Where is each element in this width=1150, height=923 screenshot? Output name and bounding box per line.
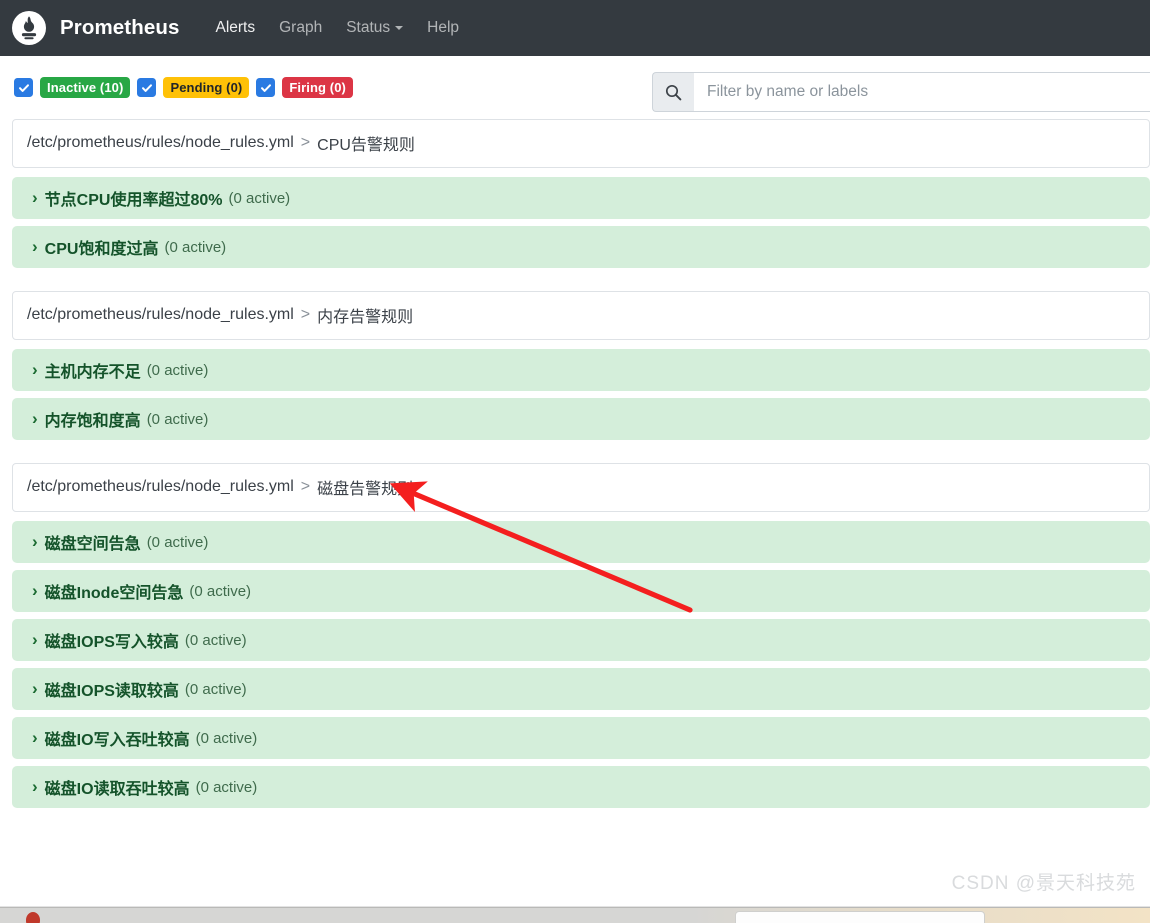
alert-rule-row[interactable]: › 节点CPU使用率超过80% (0 active)	[12, 177, 1150, 219]
alert-rule-name: 磁盘IOPS写入较高	[44, 634, 179, 651]
nav-link-status[interactable]: Status	[334, 13, 415, 43]
alert-rule-count: (0 active)	[228, 189, 291, 207]
alert-rule-row[interactable]: › 磁盘IO读取吞吐较高 (0 active)	[12, 766, 1150, 808]
alert-rule-count: (0 active)	[184, 680, 247, 698]
breadcrumb-separator: >	[300, 134, 311, 151]
checkbox-inactive[interactable]	[14, 78, 33, 97]
breadcrumb: /etc/prometheus/rules/node_rules.yml > 内…	[12, 291, 1150, 340]
alert-rule-name: 节点CPU使用率超过80%	[44, 192, 223, 209]
nav-link-status-label: Status	[346, 19, 391, 36]
alert-rule-row[interactable]: › 磁盘空间告急 (0 active)	[12, 521, 1150, 563]
badge-pending[interactable]: Pending (0)	[163, 77, 250, 98]
alert-rule-row[interactable]: › 磁盘IOPS读取较高 (0 active)	[12, 668, 1150, 710]
alert-rule-count: (0 active)	[195, 729, 258, 747]
breadcrumb-file: /etc/prometheus/rules/node_rules.yml	[27, 134, 294, 151]
alert-rule-name: CPU饱和度过高	[44, 241, 159, 258]
alert-rule-count: (0 active)	[146, 361, 209, 379]
filter-search-group	[652, 72, 1150, 112]
alert-rule-count: (0 active)	[146, 410, 209, 428]
alert-group-cpu: /etc/prometheus/rules/node_rules.yml > C…	[0, 119, 1150, 268]
breadcrumb-separator: >	[300, 306, 311, 323]
alert-group-disk: /etc/prometheus/rules/node_rules.yml > 磁…	[0, 463, 1150, 808]
alert-rule-count: (0 active)	[189, 582, 252, 600]
alert-rule-count: (0 active)	[195, 778, 258, 796]
badge-firing[interactable]: Firing (0)	[282, 77, 353, 98]
search-input[interactable]	[694, 72, 1150, 112]
alert-rule-count: (0 active)	[164, 238, 227, 256]
alert-rule-row[interactable]: › 磁盘IOPS写入较高 (0 active)	[12, 619, 1150, 661]
chevron-right-icon: ›	[32, 678, 38, 698]
breadcrumb-file: /etc/prometheus/rules/node_rules.yml	[27, 478, 294, 495]
chevron-right-icon: ›	[32, 727, 38, 747]
alert-rule-row[interactable]: › 主机内存不足 (0 active)	[12, 349, 1150, 391]
nav-link-graph[interactable]: Graph	[267, 13, 334, 43]
breadcrumb-group-name: 磁盘告警规则	[317, 481, 414, 498]
breadcrumb-group-name: 内存告警规则	[317, 309, 414, 326]
alert-rule-count: (0 active)	[184, 631, 247, 649]
brand-title: Prometheus	[60, 16, 180, 39]
alert-rule-name: 主机内存不足	[44, 364, 141, 381]
chevron-right-icon: ›	[32, 629, 38, 649]
breadcrumb: /etc/prometheus/rules/node_rules.yml > 磁…	[12, 463, 1150, 512]
alert-rule-row[interactable]: › 磁盘IO写入吞吐较高 (0 active)	[12, 717, 1150, 759]
breadcrumb-separator: >	[300, 478, 311, 495]
chevron-right-icon: ›	[32, 187, 38, 207]
breadcrumb-group-name: CPU告警规则	[317, 137, 415, 154]
alert-rule-row[interactable]: › CPU饱和度过高 (0 active)	[12, 226, 1150, 268]
nav-link-help[interactable]: Help	[415, 13, 471, 43]
watermark: CSDN @景天科技苑	[951, 873, 1136, 894]
alert-groups-container: /etc/prometheus/rules/node_rules.yml > C…	[0, 119, 1150, 808]
badge-inactive[interactable]: Inactive (10)	[40, 77, 131, 98]
breadcrumb: /etc/prometheus/rules/node_rules.yml > C…	[12, 119, 1150, 168]
breadcrumb-file: /etc/prometheus/rules/node_rules.yml	[27, 306, 294, 323]
alert-rule-name: 磁盘IO读取吞吐较高	[44, 781, 190, 798]
alert-group-memory: /etc/prometheus/rules/node_rules.yml > 内…	[0, 291, 1150, 440]
chevron-right-icon: ›	[32, 236, 38, 256]
chevron-down-icon	[395, 25, 404, 30]
top-navbar: Prometheus Alerts Graph Status Help	[0, 0, 1150, 56]
os-taskbar	[0, 907, 1150, 923]
checkbox-firing[interactable]	[256, 78, 276, 97]
alert-rule-name: 磁盘空间告急	[44, 536, 141, 553]
prometheus-torch-logo-icon	[12, 11, 46, 45]
taskbar-window-button[interactable]	[735, 911, 985, 923]
chevron-right-icon: ›	[32, 531, 38, 551]
state-filter-group: Inactive (10) Pending (0) Firing (0)	[14, 77, 353, 98]
chevron-right-icon: ›	[32, 580, 38, 600]
checkbox-pending[interactable]	[137, 78, 157, 97]
nav-links: Alerts Graph Status Help	[203, 13, 471, 43]
chevron-right-icon: ›	[32, 776, 38, 796]
alert-rule-name: 磁盘IO写入吞吐较高	[44, 732, 190, 749]
alert-rule-name: 内存饱和度高	[44, 413, 141, 430]
alert-rule-count: (0 active)	[146, 533, 209, 551]
alert-rule-name: 磁盘IOPS读取较高	[44, 683, 179, 700]
nav-link-alerts[interactable]: Alerts	[203, 13, 267, 43]
chevron-right-icon: ›	[32, 408, 38, 428]
alert-rule-name: 磁盘Inode空间告急	[44, 585, 184, 602]
taskbar-app-icon[interactable]	[26, 912, 40, 923]
chevron-right-icon: ›	[32, 359, 38, 379]
alert-rule-row[interactable]: › 内存饱和度高 (0 active)	[12, 398, 1150, 440]
search-icon[interactable]	[652, 72, 694, 112]
alert-rule-row[interactable]: › 磁盘Inode空间告急 (0 active)	[12, 570, 1150, 612]
